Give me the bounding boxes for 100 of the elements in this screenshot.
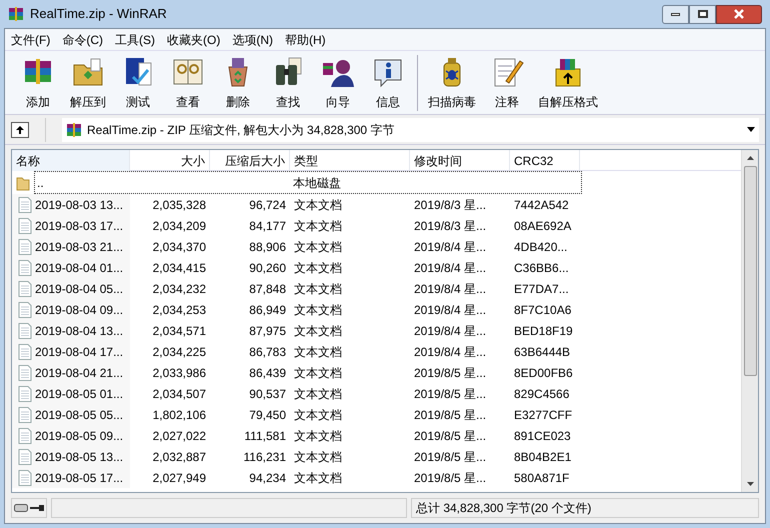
text-file-icon [18,302,32,318]
table-cell-text: 2,032,887 [152,448,207,466]
table-cell-text: 2,034,232 [152,280,207,298]
table-cell-text: 文本文档 [293,238,343,256]
table-cell-text: 7442A542 [513,196,570,214]
table-cell-text: 2019/8/5 星... [413,364,488,382]
menu-item[interactable]: 工具(S) [109,30,161,48]
toolbar-button[interactable]: 向导 [313,54,363,110]
toolbar-button[interactable]: 自解压格式 [532,54,604,110]
toolbar-button[interactable]: 删除 [213,54,263,110]
text-file-icon [18,238,32,254]
table-cell-text: 文本文档 [293,302,343,318]
text-file-icon [18,364,32,380]
table-cell-text: 1,802,106 [152,406,207,424]
table-cell-text: E77DA7... [513,280,570,298]
minimize-button[interactable] [662,4,689,24]
toolbar-button[interactable]: 添加 [13,54,63,110]
table-cell-text: 2019/8/5 星... [413,448,488,466]
table-cell-text: 2019-08-04 01... [35,260,124,276]
table-cell-text: .. [36,174,45,192]
table-cell-text: 2019/8/5 星... [413,406,488,424]
table-cell-text: 84,177 [248,218,287,234]
menu-item[interactable]: 帮助(H) [279,30,332,48]
toolbar-button[interactable]: 信息 [363,54,413,110]
toolbar-button[interactable]: 扫描病毒 [422,54,482,110]
status-text: 总计 34,828,300 字节(20 个文件) [416,500,592,517]
table-cell-text: 文本文档 [293,322,343,340]
window-title: RealTime.zip - WinRAR [30,5,167,24]
table-cell-text: 2019-08-04 05... [35,280,124,298]
table-cell-text: 8B04B2E1 [513,448,572,466]
address-bar[interactable]: RealTime.zip - ZIP 压缩文件, 解包大小为 34,828,300 字节 [62,118,759,142]
dropdown-arrow-icon[interactable] [747,127,755,132]
text-file-icon [18,448,32,464]
text-file-icon [18,260,32,276]
table-cell-text: 2019/8/4 星... [413,322,488,340]
column-header[interactable]: 类型 [290,150,410,171]
table-cell-text: 2019-08-03 13... [35,196,124,214]
column-header[interactable]: CRC32 [510,150,580,171]
text-file-icon [18,322,32,338]
table-cell-text: 2019-08-03 21... [35,238,124,256]
table-cell-text: 79,450 [248,406,287,424]
table-cell-text: 88,906 [248,238,287,256]
table-cell-text: 2019-08-04 21... [35,364,124,382]
text-file-icon [18,386,32,402]
menu-item[interactable]: 命令(C) [56,30,109,48]
table-cell-text: 2019-08-05 17... [35,470,124,486]
key-icon [30,504,44,512]
table-cell-text: 90,537 [248,386,287,402]
table-cell-text: 2019/8/5 星... [413,470,488,486]
table-cell-text: 63B6444B [513,344,572,360]
table-cell-text: 2019/8/4 星... [413,344,488,360]
table-cell-text: 8F7C10A6 [513,302,572,318]
table-cell-text: 8ED00FB6 [513,364,574,382]
table-cell-text: 本地磁盘 [292,174,342,192]
folder-icon [16,174,30,190]
text-file-icon [18,344,32,360]
table-cell-text: 2019-08-03 17... [35,218,124,234]
table-cell-text: 87,848 [248,280,287,298]
table-cell-text: 2019-08-04 13... [35,322,124,340]
maximize-button[interactable] [689,4,716,24]
table-cell-text: 文本文档 [293,218,343,234]
table-cell-text: 2,027,949 [152,470,207,486]
app-icon [8,6,24,22]
table-cell-text: 文本文档 [293,196,343,214]
column-header[interactable]: 修改时间 [410,150,510,171]
toolbar-button[interactable]: 查找 [263,54,313,110]
scroll-up-icon[interactable] [746,156,754,160]
text-file-icon [18,428,32,444]
scroll-thumb[interactable] [744,166,756,376]
text-file-icon [18,406,32,422]
toolbar-button[interactable]: 注释 [482,54,532,110]
table-cell-text: 96,724 [248,196,287,214]
close-button[interactable] [716,4,762,24]
menu-item[interactable]: 收藏夹(O) [161,30,226,48]
table-cell-text: 文本文档 [293,344,343,360]
table-cell-text: 2,034,225 [152,344,207,360]
menu-item[interactable]: 文件(F) [5,30,56,48]
table-cell-text: 111,581 [243,428,287,444]
table-cell-text: 86,949 [248,302,287,318]
menu-item[interactable]: 选项(N) [226,30,279,48]
toolbar-button[interactable]: 测试 [113,54,163,110]
table-cell-text: 2,034,253 [152,302,207,318]
text-file-icon [18,280,32,296]
table-cell-text: 2,034,209 [152,218,207,234]
table-cell-text: 86,439 [248,364,287,382]
table-cell-text: 4DB420... [513,238,568,256]
table-cell-text: 2019-08-05 09... [35,428,124,444]
column-header[interactable]: 名称 [12,150,130,171]
table-cell-text: 116,231 [242,448,287,466]
column-header[interactable]: 大小 [130,150,210,171]
scrollbar[interactable] [741,150,758,492]
table-cell-text: 2019/8/4 星... [413,280,488,298]
column-header[interactable]: 压缩后大小 [210,150,290,171]
table-cell-text: 2019/8/4 星... [413,260,488,276]
scroll-down-icon[interactable] [746,482,754,486]
archive-icon [66,122,82,138]
toolbar-button[interactable]: 查看 [163,54,213,110]
table-cell-text: 2019/8/5 星... [413,386,488,402]
toolbar-button[interactable]: 解压到 [63,54,113,110]
up-folder-button[interactable] [11,122,29,138]
